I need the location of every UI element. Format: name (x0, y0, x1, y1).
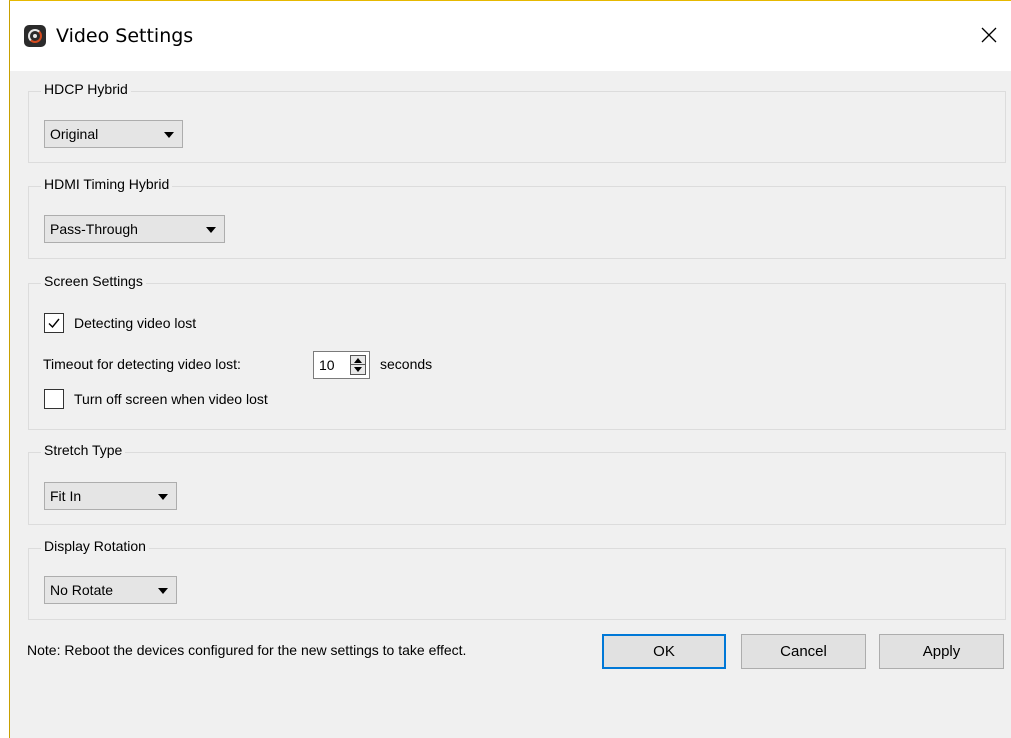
spin-up-button[interactable] (351, 356, 365, 365)
chevron-down-icon (206, 227, 216, 233)
app-logo-icon (24, 25, 46, 47)
timeout-spinbox[interactable]: 10 (313, 351, 370, 379)
turn-off-screen-checkbox[interactable]: Turn off screen when video lost (44, 389, 344, 411)
detect-video-lost-checkbox[interactable]: Detecting video lost (44, 313, 264, 335)
hdcp-hybrid-label: HDCP Hybrid (41, 81, 131, 97)
checkbox-checked[interactable] (44, 313, 64, 333)
hdcp-hybrid-select[interactable]: Original (44, 120, 183, 148)
display-rotation-label: Display Rotation (41, 538, 149, 554)
hdmi-timing-hybrid-value: Pass-Through (50, 221, 138, 237)
hdcp-hybrid-group: HDCP Hybrid Original (28, 81, 1006, 163)
stretch-type-value: Fit In (50, 488, 82, 504)
video-settings-dialog: Video Settings HDCP Hybrid Original HDMI… (9, 0, 1011, 738)
timeout-value: 10 (319, 357, 335, 373)
stretch-type-label: Stretch Type (41, 442, 126, 458)
chevron-down-icon (158, 494, 168, 500)
hdmi-timing-hybrid-label: HDMI Timing Hybrid (41, 176, 173, 192)
hdcp-hybrid-value: Original (50, 126, 99, 142)
close-icon (981, 27, 997, 43)
check-icon (48, 318, 60, 329)
spin-down-button[interactable] (351, 365, 365, 374)
turn-off-screen-label: Turn off screen when video lost (74, 391, 268, 407)
ok-button[interactable]: OK (602, 634, 726, 669)
chevron-down-icon (158, 588, 168, 594)
cancel-button[interactable]: Cancel (741, 634, 866, 669)
window-title: Video Settings (56, 25, 194, 47)
display-rotation-group: Display Rotation No Rotate (28, 538, 1006, 620)
hdmi-timing-hybrid-select[interactable]: Pass-Through (44, 215, 225, 243)
timeout-unit: seconds (380, 356, 433, 372)
apply-button[interactable]: Apply (879, 634, 1004, 669)
chevron-down-icon (164, 132, 174, 138)
stretch-type-select[interactable]: Fit In (44, 482, 177, 510)
arrow-down-icon (354, 367, 362, 372)
hdmi-timing-hybrid-group: HDMI Timing Hybrid Pass-Through (28, 176, 1006, 259)
reboot-note: Note: Reboot the devices configured for … (27, 642, 467, 658)
title-bar: Video Settings (10, 1, 1011, 71)
screen-settings-label: Screen Settings (41, 273, 146, 289)
spin-buttons (350, 355, 366, 375)
display-rotation-select[interactable]: No Rotate (44, 576, 177, 604)
stretch-type-group: Stretch Type Fit In (28, 442, 1006, 525)
arrow-up-icon (354, 358, 362, 363)
detect-video-lost-label: Detecting video lost (74, 315, 197, 331)
timeout-label: Timeout for detecting video lost: (43, 356, 241, 372)
screen-settings-group: Screen Settings Detecting video lost Tim… (28, 273, 1006, 430)
display-rotation-value: No Rotate (50, 582, 114, 598)
close-button[interactable] (965, 15, 1011, 55)
checkbox-unchecked[interactable] (44, 389, 64, 409)
